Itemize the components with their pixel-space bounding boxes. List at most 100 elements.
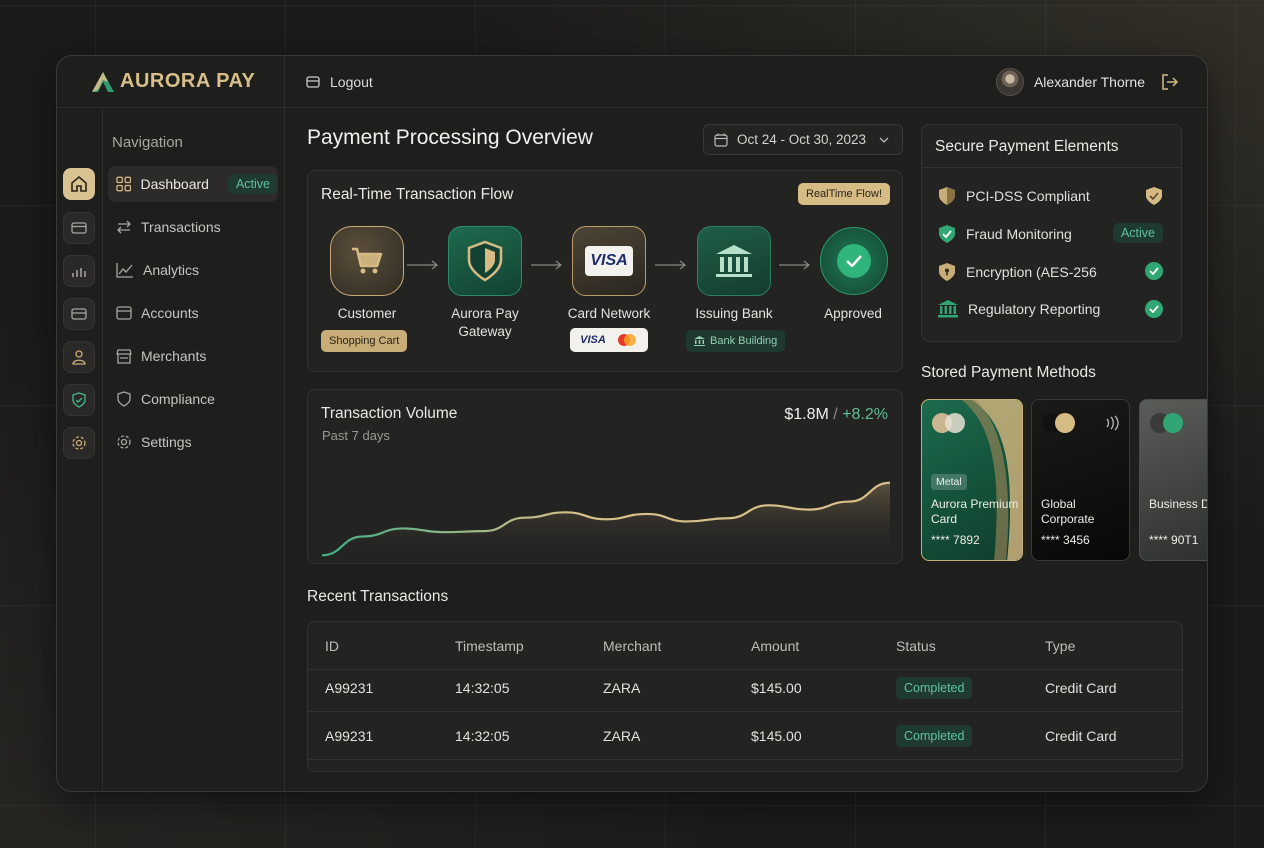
app-window: AURORA PAY Logout Alexander Thorne Navig… — [56, 55, 1208, 792]
brand[interactable]: AURORA PAY — [57, 56, 285, 108]
column-header[interactable]: Status — [896, 622, 936, 670]
secure-row-regulatory[interactable]: Regulatory Reporting — [938, 300, 1100, 318]
transaction-volume-card: Transaction Volume Past 7 days $1.8M / +… — [307, 389, 903, 564]
arrow-right-icon — [779, 260, 810, 270]
volume-change: +8.2% — [842, 406, 888, 423]
card-name: Business Debit — [1149, 497, 1207, 511]
table-header-row: ID Timestamp Merchant Amount Status Type — [308, 622, 1182, 670]
shield-icon — [72, 392, 86, 408]
column-header[interactable]: Type — [1045, 622, 1075, 670]
aurora-logo-icon — [92, 71, 114, 92]
approved-label: Approved — [824, 306, 882, 321]
bank-building-pill[interactable]: Bank Building — [686, 330, 786, 352]
volume-value: $1.8M / +8.2% — [784, 406, 888, 423]
check-circle-icon — [1145, 300, 1163, 318]
store-icon — [116, 349, 132, 364]
logout-box-icon — [306, 75, 320, 88]
chevron-down-icon — [879, 137, 889, 143]
column-header[interactable]: Amount — [751, 622, 799, 670]
customer-node[interactable] — [330, 226, 404, 296]
rail-user-button[interactable] — [63, 341, 95, 373]
approved-node[interactable] — [820, 227, 888, 295]
secure-row-pci[interactable]: PCI-DSS Compliant — [938, 186, 1090, 206]
card-network-label: Card Network — [567, 306, 651, 321]
nav-item-dashboard[interactable]: Dashboard Active — [108, 166, 278, 202]
nav-item-transactions[interactable]: Transactions — [108, 209, 278, 245]
rail-analytics-button[interactable] — [63, 255, 95, 287]
logout-button[interactable]: Logout — [306, 74, 373, 90]
nav-item-accounts[interactable]: Accounts — [108, 295, 278, 331]
gateway-node[interactable] — [448, 226, 522, 296]
column-header[interactable]: Merchant — [603, 622, 661, 670]
rail-card-button[interactable] — [63, 212, 95, 244]
column-header[interactable]: Timestamp — [455, 622, 524, 670]
card-brand-logos: VISA — [570, 328, 648, 352]
status-badge: Completed — [896, 725, 973, 747]
card-icon — [71, 222, 87, 234]
wallet-icon — [71, 308, 87, 320]
card-network-node[interactable]: VISA — [572, 226, 646, 296]
customer-label: Customer — [337, 306, 397, 321]
rail-settings-button[interactable] — [63, 427, 95, 459]
shield-icon — [467, 240, 503, 282]
check-icon — [837, 244, 871, 278]
table-row[interactable]: A99231 14:32:05 ZARA $145.00 Completed C… — [308, 712, 1182, 760]
visa-logo: VISA — [580, 334, 606, 346]
issuing-bank-node[interactable] — [697, 226, 771, 296]
card-number: **** 90T1 — [1149, 533, 1199, 547]
volume-title: Transaction Volume — [321, 405, 458, 422]
secure-elements-card: Secure Payment Elements PCI-DSS Complian… — [921, 124, 1182, 342]
gateway-label: Aurora Pay Gateway — [451, 306, 519, 339]
secure-row-fraud[interactable]: Fraud Monitoring — [938, 224, 1072, 244]
shopping-cart-pill[interactable]: Shopping Cart — [321, 330, 408, 352]
page-title: Payment Processing Overview — [307, 126, 593, 149]
payment-card-business[interactable]: Business Debit **** 90T1 — [1139, 399, 1207, 561]
topbar: AURORA PAY Logout Alexander Thorne — [57, 56, 1207, 108]
line-chart-icon — [116, 263, 133, 278]
active-badge: Active — [227, 174, 278, 194]
flow-title: Real-Time Transaction Flow — [321, 186, 514, 203]
recent-transactions-title: Recent Transactions — [307, 588, 449, 605]
user-menu[interactable]: Alexander Thorne — [995, 67, 1179, 96]
rail-wallet-button[interactable] — [63, 298, 95, 330]
card-name: Global Corporate — [1041, 497, 1095, 526]
nav-item-label: Settings — [141, 434, 192, 450]
contactless-icon — [1106, 415, 1119, 431]
card-number: **** 7892 — [931, 533, 980, 547]
nav-item-label: Analytics — [143, 262, 200, 278]
volume-area-chart — [321, 481, 891, 560]
arrow-right-icon — [531, 260, 562, 270]
column-header[interactable]: ID — [325, 622, 339, 670]
nav-item-compliance[interactable]: Compliance — [108, 381, 278, 417]
gear-icon — [117, 435, 131, 449]
issuing-bank-label: Issuing Bank — [695, 306, 773, 321]
card-chip-logo-icon — [1042, 413, 1075, 433]
user-name: Alexander Thorne — [1033, 73, 1145, 90]
logout-label: Logout — [330, 73, 373, 90]
avatar — [995, 67, 1024, 96]
payment-card-global[interactable]: Global Corporate **** 3456 — [1031, 399, 1130, 561]
bank-icon — [938, 300, 958, 318]
rail-shield-button[interactable] — [63, 384, 95, 416]
bank-icon — [694, 336, 705, 346]
rail-home-button[interactable] — [63, 168, 95, 200]
realtime-flow-badge[interactable]: RealTime Flow! — [798, 183, 890, 205]
sign-out-icon[interactable] — [1161, 73, 1179, 90]
nav-item-analytics[interactable]: Analytics — [108, 252, 278, 288]
bank-icon — [716, 245, 752, 277]
nav-item-label: Dashboard — [140, 176, 209, 192]
payment-card-aurora[interactable]: Metal Aurora Premium Card **** 7892 — [921, 399, 1023, 561]
date-range-picker[interactable]: Oct 24 - Oct 30, 2023 — [703, 124, 903, 155]
nav-item-merchants[interactable]: Merchants — [108, 338, 278, 374]
nav-item-settings[interactable]: Settings — [108, 424, 278, 460]
brand-name: AURORA PAY — [120, 70, 256, 92]
table-row[interactable]: A99231 14:32:05 ZARA $145.00 Completed C… — [308, 664, 1182, 712]
secure-row-encryption[interactable]: Encryption (AES-256 — [938, 262, 1097, 282]
shield-check-icon — [939, 225, 955, 243]
user-icon — [72, 350, 86, 365]
stored-methods-title: Stored Payment Methods — [921, 364, 1096, 381]
swap-icon — [117, 220, 131, 234]
grid-icon — [116, 176, 132, 192]
card-name: Aurora Premium Card — [931, 497, 1019, 526]
check-circle-icon — [1145, 262, 1163, 280]
